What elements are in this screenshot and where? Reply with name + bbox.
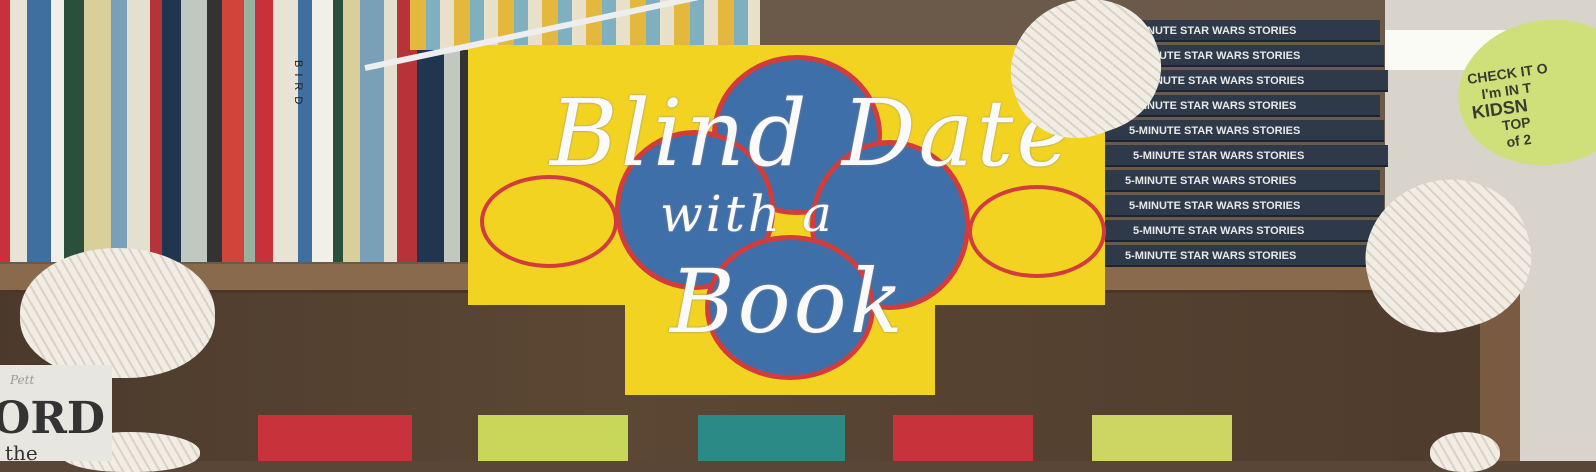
book-spine (51, 0, 65, 262)
star-wars-book: 5-MINUTE STAR WARS STORIES (1099, 195, 1384, 217)
book-spine (343, 0, 361, 262)
sign-title-line1: Blind Date (550, 80, 1074, 187)
book-author: Pett (10, 373, 35, 387)
paper-heart (20, 248, 215, 378)
wrapped-book[interactable] (893, 415, 1033, 461)
book-spine (255, 0, 274, 262)
sign-title-line2: with a (660, 185, 835, 243)
star-wars-book: 5-MINUTE STAR WARS STORIES (1095, 245, 1380, 267)
book-spine (27, 0, 52, 262)
wrapped-book[interactable] (478, 415, 628, 461)
book-spine (111, 0, 128, 262)
book-subtitle: the (5, 441, 38, 465)
wrapped-book[interactable] (258, 415, 412, 461)
book-spine (127, 0, 151, 262)
star-wars-book: 5-MINUTE STAR WARS STORIES (1103, 220, 1388, 242)
book-spine (10, 0, 28, 262)
book-spine (298, 0, 313, 262)
paper-heart (1430, 432, 1500, 472)
star-wars-book: 5-MINUTE STAR WARS STORIES (1099, 120, 1384, 142)
heart-swirl-right (968, 185, 1106, 278)
book-spine (360, 0, 385, 262)
book-spine (64, 0, 85, 262)
display-book: Pett ORD the (0, 365, 112, 465)
book-spine (207, 0, 223, 262)
heart-swirl-left (480, 175, 618, 268)
star-wars-book: 5-MINUTE STAR WARS STORIES (1095, 170, 1380, 192)
book-row (0, 0, 484, 262)
wrapped-book[interactable] (698, 415, 845, 461)
book-spine (162, 0, 182, 262)
book-spine (181, 0, 208, 262)
bird-spine: BIRD (292, 60, 304, 111)
book-spine (84, 0, 112, 262)
star-wars-book: 5-MINUTE STAR WARS STORIES (1103, 145, 1388, 167)
top-books (410, 0, 760, 50)
book-spine (273, 0, 299, 262)
book-spine (312, 0, 334, 262)
wrapped-book[interactable] (1092, 415, 1232, 461)
book-spine (222, 0, 245, 262)
book-title: ORD (0, 393, 106, 444)
book-spine (384, 0, 398, 262)
sign-title-line3: Book (670, 250, 906, 353)
